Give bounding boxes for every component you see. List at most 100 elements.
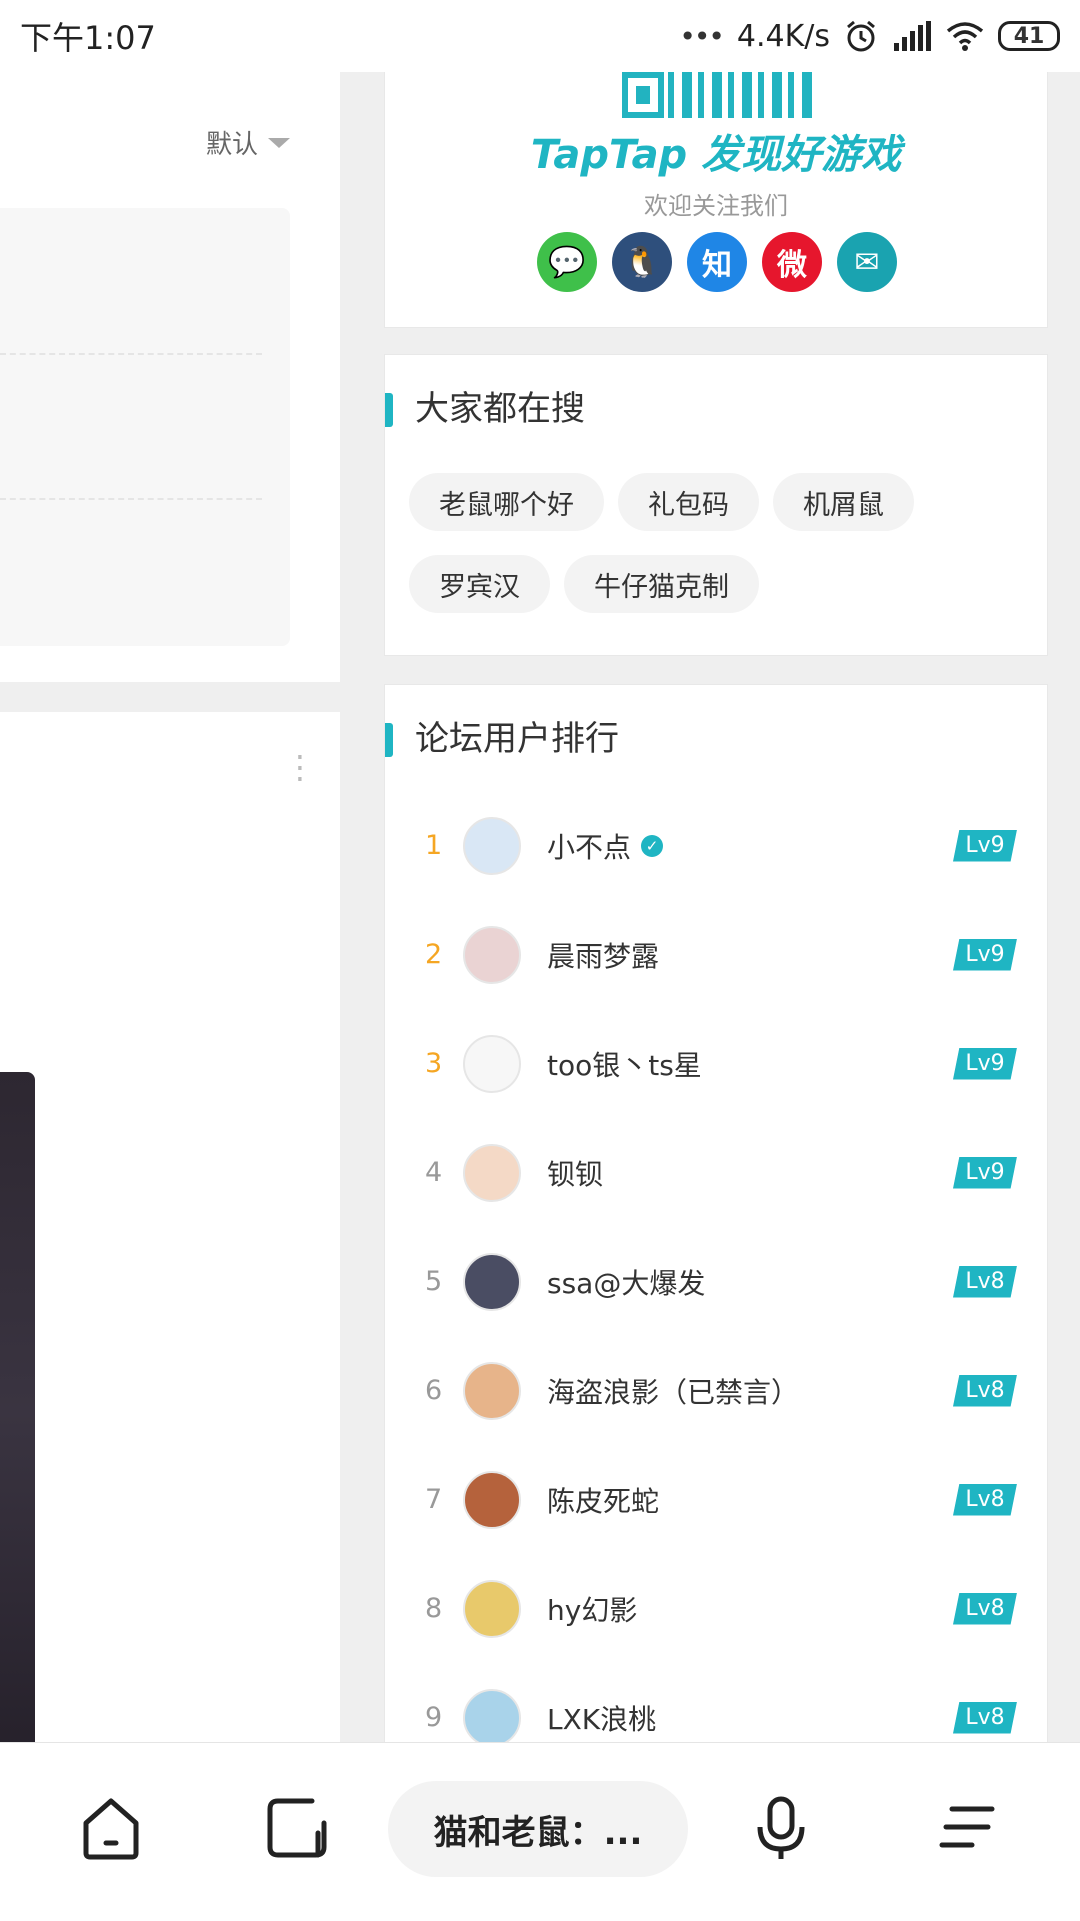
left-post-panel: ⋮: [0, 712, 340, 1752]
ranking-row[interactable]: 5 ssa@大爆发 Lv8: [385, 1227, 1047, 1336]
ranking-row[interactable]: 1 小不点 ✓ Lv9: [385, 791, 1047, 900]
card-title: 大家都在搜: [385, 389, 585, 429]
signal-icon: [894, 21, 931, 51]
follow-us-card: TapTap 发现好游戏 欢迎关注我们 💬 🐧 知 微 ✉: [384, 72, 1048, 328]
ranking-row[interactable]: 2 晨雨梦露 Lv9: [385, 900, 1047, 1009]
sort-dropdown[interactable]: 默认: [206, 124, 258, 161]
wechat-icon[interactable]: 💬: [537, 232, 597, 292]
level-badge: Lv8: [953, 1592, 1017, 1625]
signal-dots: •••: [679, 19, 725, 53]
username-text: ssa@大爆发: [547, 1266, 706, 1300]
menu-icon[interactable]: [932, 1793, 1002, 1863]
welcome-text: 欢迎关注我们: [644, 192, 788, 220]
level-badge: Lv8: [953, 1701, 1017, 1734]
avatar[interactable]: [463, 1143, 521, 1202]
username-text: too银丶ts星: [547, 1048, 702, 1082]
ranking-list: 1 小不点 ✓ Lv9 2 晨雨梦露 Lv9 3 too银丶ts星 Lv9 4 钡钡 Lv9 5 ssa@大…: [385, 791, 1047, 1772]
username[interactable]: 晨雨梦露: [547, 935, 659, 975]
username[interactable]: too银丶ts星: [547, 1044, 702, 1084]
divider: [0, 353, 262, 355]
alarm-icon: [847, 20, 875, 52]
search-tag[interactable]: 罗宾汉: [409, 555, 550, 613]
rank-number: 1: [425, 830, 443, 861]
avatar[interactable]: [463, 925, 521, 984]
zhihu-icon[interactable]: 知: [687, 232, 747, 292]
level-badge: Lv8: [953, 1265, 1017, 1298]
avatar[interactable]: [463, 1470, 521, 1529]
ranking-row[interactable]: 7 陈皮死蛇 Lv8: [385, 1445, 1047, 1554]
status-indicators: ••• 4.4K/s 41: [679, 19, 1060, 54]
ranking-row[interactable]: 6 海盗浪影（已禁言） Lv8: [385, 1336, 1047, 1445]
username[interactable]: 小不点 ✓: [547, 826, 664, 866]
avatar[interactable]: [463, 1034, 521, 1093]
level-badge: Lv9: [953, 1047, 1017, 1080]
weibo-icon[interactable]: 微: [762, 232, 822, 292]
username[interactable]: ssa@大爆发: [547, 1262, 705, 1302]
rank-number: 2: [425, 939, 443, 970]
rank-number: 6: [425, 1375, 443, 1406]
rank-number: 5: [425, 1266, 443, 1297]
qr-code-corner: [622, 72, 664, 118]
level-badge: Lv8: [953, 1374, 1017, 1407]
level-badge: Lv9: [953, 1156, 1017, 1189]
avatar[interactable]: [463, 1688, 521, 1747]
search-tag[interactable]: 牛仔猫克制: [564, 555, 759, 613]
search-tag[interactable]: 机屑鼠: [773, 473, 914, 531]
chevron-down-icon[interactable]: [268, 138, 290, 148]
placeholder-box: [0, 208, 290, 646]
username[interactable]: 钡钡: [547, 1153, 603, 1193]
email-icon[interactable]: ✉: [837, 232, 897, 292]
username-text: LXK浪桃: [547, 1702, 657, 1736]
network-speed: 4.4K/s: [736, 18, 830, 54]
battery-level: 41: [1013, 23, 1045, 49]
rank-number: 4: [425, 1157, 443, 1188]
microphone-icon[interactable]: [746, 1793, 816, 1863]
search-tag[interactable]: 礼包码: [618, 473, 759, 531]
status-bar: 下午1:07 ••• 4.4K/s 41: [0, 0, 1080, 72]
avatar[interactable]: [463, 1252, 521, 1311]
avatar[interactable]: [463, 1361, 521, 1420]
tabs-icon[interactable]: [262, 1793, 332, 1863]
rank-number: 8: [425, 1593, 443, 1624]
taptap-logo: TapTap 发现好游戏: [530, 132, 902, 178]
rank-number: 3: [425, 1048, 443, 1079]
search-tags: 老鼠哪个好 礼包码 机屑鼠 罗宾汉 牛仔猫克制: [409, 473, 1029, 613]
hot-search-card: 大家都在搜 老鼠哪个好 礼包码 机屑鼠 罗宾汉 牛仔猫克制: [384, 354, 1048, 656]
rank-number: 9: [425, 1702, 443, 1733]
bottom-navigation: 猫和老鼠：...: [0, 1742, 1080, 1921]
forum-user-ranking-card: 论坛用户排行 1 小不点 ✓ Lv9 2 晨雨梦露 Lv9 3 too银丶ts星 Lv9 4 钡钡 Lv…: [384, 684, 1048, 1764]
left-content-panel: 默认: [0, 72, 340, 682]
level-badge: Lv9: [953, 938, 1017, 971]
qq-icon[interactable]: 🐧: [612, 232, 672, 292]
card-title: 论坛用户排行: [385, 719, 619, 759]
address-search-bar[interactable]: 猫和老鼠：...: [388, 1781, 688, 1877]
username[interactable]: 陈皮死蛇: [547, 1480, 659, 1520]
username[interactable]: LXK浪桃: [547, 1698, 656, 1738]
level-badge: Lv9: [953, 829, 1017, 862]
level-badge: Lv8: [953, 1483, 1017, 1516]
username-text: 陈皮死蛇: [547, 1484, 660, 1518]
ranking-row[interactable]: 3 too银丶ts星 Lv9: [385, 1009, 1047, 1118]
post-image[interactable]: [0, 1072, 35, 1752]
divider: [0, 498, 262, 500]
username[interactable]: hy幻影: [547, 1589, 637, 1629]
ranking-row[interactable]: 8 hy幻影 Lv8: [385, 1554, 1047, 1663]
avatar[interactable]: [463, 816, 521, 875]
username-text: 钡钡: [547, 1157, 604, 1191]
username-text: 海盗浪影（已禁言）: [547, 1375, 800, 1409]
verified-badge-icon: ✓: [641, 834, 664, 857]
social-links: 💬 🐧 知 微 ✉: [537, 232, 897, 292]
kebab-icon[interactable]: ⋮: [284, 751, 316, 783]
username-text: hy幻影: [547, 1593, 638, 1627]
wifi-icon: [946, 22, 984, 51]
rank-number: 7: [425, 1484, 443, 1515]
username-text: 晨雨梦露: [547, 939, 660, 973]
username[interactable]: 海盗浪影（已禁言）: [547, 1371, 799, 1411]
home-icon[interactable]: [76, 1793, 146, 1863]
battery-icon: 41: [998, 21, 1060, 51]
search-tag[interactable]: 老鼠哪个好: [409, 473, 604, 531]
status-time: 下午1:07: [20, 19, 156, 57]
avatar[interactable]: [463, 1579, 521, 1638]
username-text: 小不点: [547, 830, 632, 864]
ranking-row[interactable]: 4 钡钡 Lv9: [385, 1118, 1047, 1227]
